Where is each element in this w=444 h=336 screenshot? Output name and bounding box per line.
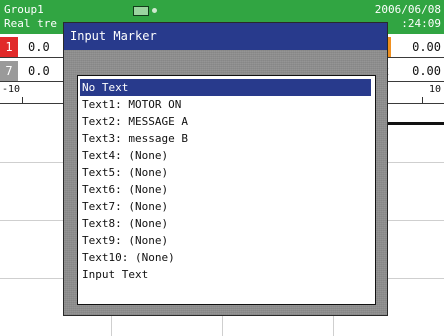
channel-value: 0.0 xyxy=(28,64,50,78)
group-label: Group1 xyxy=(4,3,44,16)
list-item[interactable]: Text6: (None) xyxy=(80,181,371,198)
display-mode-label: Real tre xyxy=(4,17,57,30)
list-item[interactable]: Text4: (None) xyxy=(80,147,371,164)
list-item[interactable]: Text5: (None) xyxy=(80,164,371,181)
marker-list[interactable]: No Text Text1: MOTOR ON Text2: MESSAGE A… xyxy=(77,75,376,305)
recorder-screen: Group1 Real tre 2006/06/08 :24:09 1 0.0 … xyxy=(0,0,444,336)
scale-min: -10 xyxy=(2,84,21,95)
list-item[interactable]: Text8: (None) xyxy=(80,215,371,232)
list-item[interactable]: Text1: MOTOR ON xyxy=(80,96,371,113)
scale-tick xyxy=(22,97,23,103)
scale-max: 10 xyxy=(428,84,441,95)
time-label: :24:09 xyxy=(401,17,441,30)
date-label: 2006/06/08 xyxy=(374,3,441,16)
channel-value-right: 0.00 xyxy=(412,40,441,54)
list-item[interactable]: Text10: (None) xyxy=(80,249,371,266)
list-item[interactable]: No Text xyxy=(80,79,371,96)
list-item[interactable]: Text7: (None) xyxy=(80,198,371,215)
channel-badge: 7 xyxy=(0,61,18,81)
channel-value: 0.0 xyxy=(28,40,50,54)
list-item[interactable]: Text2: MESSAGE A xyxy=(80,113,371,130)
memory-icon xyxy=(133,6,149,16)
list-item[interactable]: Input Text xyxy=(80,266,371,283)
dialog-title: Input Marker xyxy=(64,23,387,50)
list-item[interactable]: Text3: message B xyxy=(80,130,371,147)
channel-value-right: 0.00 xyxy=(412,64,441,78)
list-item[interactable]: Text9: (None) xyxy=(80,232,371,249)
channel-badge: 1 xyxy=(0,37,18,57)
input-marker-dialog: Input Marker No Text Text1: MOTOR ON Tex… xyxy=(63,22,388,316)
status-dot-icon xyxy=(152,8,157,13)
scale-tick xyxy=(422,97,423,103)
